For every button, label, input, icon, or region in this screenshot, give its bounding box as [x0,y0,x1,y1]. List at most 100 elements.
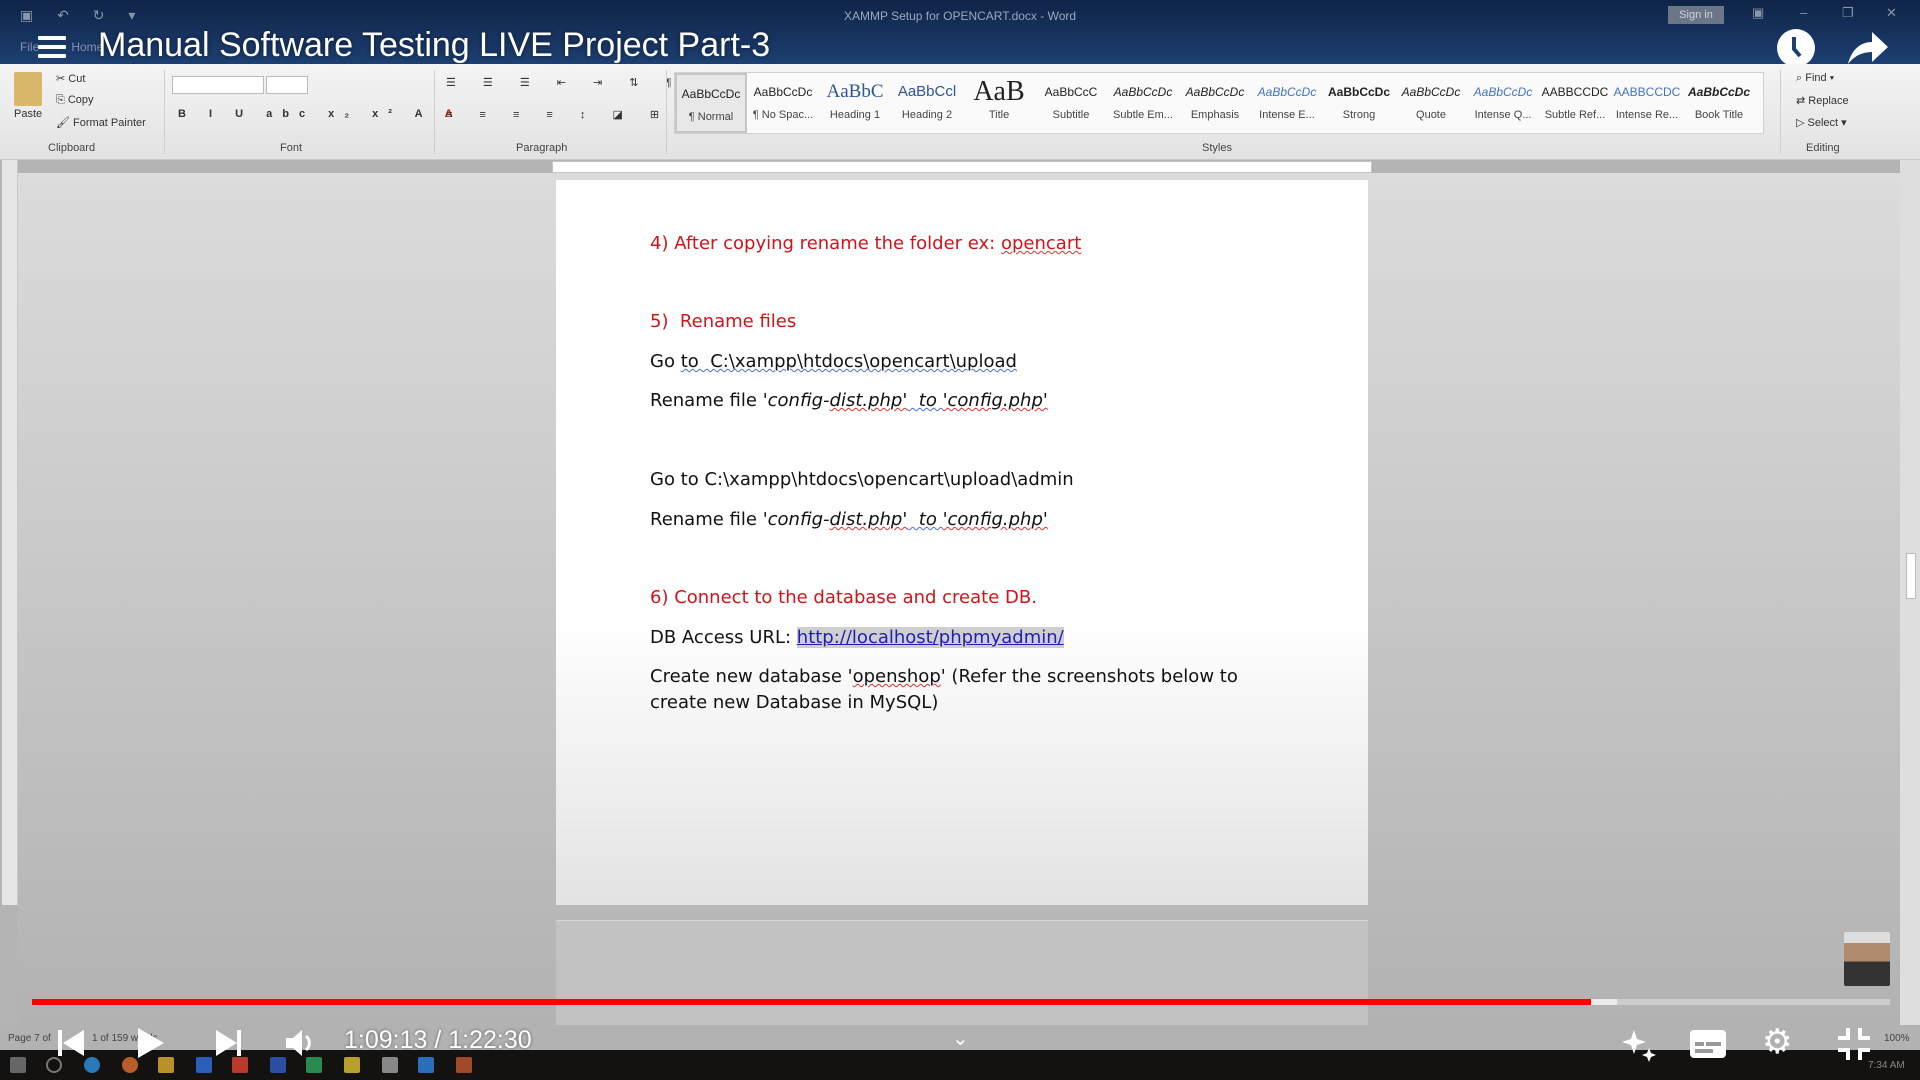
style-item[interactable]: AaBbCcDc Subtle Em... [1107,73,1179,133]
divider [434,70,435,154]
rename-text: Rename file [650,509,763,530]
style-item[interactable]: AaBbCcDc Intense Q... [1467,73,1539,133]
style-item[interactable]: AaBbC Heading 1 [819,73,891,133]
style-name: Intense E... [1259,109,1315,121]
cut-button[interactable]: ✂ Cut [56,72,85,85]
style-item[interactable]: AaB Title [963,73,1035,133]
style-preview: AaBbCcDc [1473,85,1533,99]
ribbon-options-icon[interactable]: ▣ [1752,5,1764,21]
page-count[interactable]: Page 7 of [8,1033,51,1044]
font-name-select[interactable] [172,76,264,94]
app-icon[interactable] [382,1057,398,1073]
style-item[interactable]: AABBCCDC Intense Re... [1611,73,1683,133]
style-item[interactable]: AaBbCcl Heading 2 [891,73,963,133]
style-item[interactable]: AaBbCcDc Strong [1323,73,1395,133]
style-name: Heading 2 [901,109,953,121]
chevron-down-icon[interactable]: ⌄ [952,1026,969,1051]
taskbar-clock: 7:34 AM [1868,1060,1905,1071]
vertical-ruler [2,160,18,905]
style-preview: AaBbCcl [897,83,957,100]
tab-file[interactable]: File [20,40,39,54]
close-button[interactable]: ✕ [1886,5,1897,21]
next-page [556,920,1368,1030]
play-icon[interactable] [136,1026,166,1060]
style-preview: AaBbCcDc [1113,85,1173,99]
copy-label: Copy [67,94,94,106]
sparkle-icon[interactable] [1622,1028,1656,1062]
scrollbar-thumb[interactable] [1906,553,1916,599]
previous-icon[interactable] [58,1028,86,1058]
style-item[interactable]: AaBbCcDc Intense E... [1251,73,1323,133]
excel-icon[interactable] [306,1057,322,1073]
start-icon[interactable] [10,1057,26,1073]
style-name: Subtle Ref... [1544,109,1606,121]
channel-avatar[interactable] [1844,932,1890,986]
app-icon[interactable] [418,1057,434,1073]
style-preview: AABBCCDC [1613,85,1681,99]
create-db-line-2: create new Database in MySQL) [650,692,939,713]
replace-button[interactable]: ⇄ Replace [1796,94,1849,107]
settings-gear-icon[interactable]: ⚙ [1762,1022,1792,1062]
font-size-select[interactable] [266,76,308,94]
word-icon[interactable] [270,1057,286,1073]
rename-line-2: Rename file 'config-dist.php' to 'config… [650,509,1048,530]
style-item[interactable]: AaBbCcDc ¶ No Spac... [747,73,819,133]
font-format-buttons[interactable]: B I U abc x₂ x² A A [178,108,463,120]
style-preview: AaBbCcC [1044,85,1098,99]
exit-fullscreen-icon[interactable] [1838,1028,1870,1060]
create-text-c: ' (Refer the screenshots below to [940,666,1238,687]
style-item[interactable]: AaBbCcDc Quote [1395,73,1467,133]
share-icon[interactable] [1846,30,1890,66]
rename-text: Rename file [650,390,763,411]
style-preview: AABBCCDC [1541,85,1609,99]
restore-button[interactable]: ❐ [1842,5,1854,21]
style-preview: AaBbCcDc [681,87,741,101]
paste-button[interactable]: Paste [14,108,42,120]
subtitles-icon[interactable] [1690,1030,1726,1058]
minimize-button[interactable]: – [1800,5,1807,20]
search-icon[interactable] [46,1057,62,1073]
copy-button[interactable]: ⎘ Copy [56,94,94,107]
video-title[interactable]: Manual Software Testing LIVE Project Par… [98,26,770,65]
styles-gallery: AaBbCcDc ¶ Normal AaBbCcDc ¶ No Spac... AaBb… [674,72,1764,134]
zoom-level[interactable]: 100% [1884,1033,1910,1044]
xampp-icon[interactable] [456,1057,472,1073]
step-4-heading: 4) After copying rename the folder ex: o… [650,233,1081,254]
alignment-buttons[interactable]: ≡ ≡ ≡ ≡ ↕ ◪ ⊞ [446,108,671,121]
db-url-link[interactable]: http://localhost/phpmyadmin/ [796,627,1064,648]
video-progress-bar[interactable] [32,999,1890,1005]
list-buttons[interactable]: ☰ ☰ ☰ ⇤ ⇥ ⇅ ¶ [446,76,683,89]
find-button[interactable]: ⌕ Find ▾ [1796,72,1834,85]
style-name: Intense Re... [1615,109,1679,121]
sign-in-button[interactable]: Sign in [1668,6,1724,24]
edge-icon[interactable] [84,1057,100,1073]
volume-icon[interactable] [284,1028,318,1058]
create-text-a: Create new database ' [650,666,853,687]
horizontal-ruler[interactable] [552,161,1372,173]
style-item[interactable]: AABBCCDC Subtle Ref... [1539,73,1611,133]
replace-label: Replace [1808,95,1849,107]
played-bar [32,999,1591,1005]
divider [1780,70,1781,154]
select-button[interactable]: ▷ Select ▾ [1796,116,1847,129]
powerpoint-icon[interactable] [232,1057,248,1073]
paste-icon[interactable] [14,72,42,106]
style-item[interactable]: AaBbCcDc Emphasis [1179,73,1251,133]
format-painter-button[interactable]: 🖌 Format Painter [56,116,146,129]
db-url-line: DB Access URL: http://localhost/phpmyadm… [650,627,1064,648]
rename-from-b: dist.php' [829,390,908,411]
step-6-heading: 6) Connect to the database and create DB… [650,587,1037,608]
menu-icon[interactable] [38,36,66,58]
outlook-icon[interactable] [196,1057,212,1073]
step-5-heading: 5) Rename files [650,311,797,332]
style-item[interactable]: AaBbCcDc Book Title [1683,73,1755,133]
sticky-notes-icon[interactable] [344,1057,360,1073]
document-page[interactable] [556,180,1368,905]
style-name: Title [988,109,1010,121]
style-item[interactable]: AaBbCcC Subtitle [1035,73,1107,133]
cut-label: Cut [68,73,86,85]
next-icon[interactable] [214,1028,242,1058]
style-item[interactable]: AaBbCcDc ¶ Normal [675,73,747,133]
watch-later-icon[interactable] [1776,28,1816,68]
select-label: Select [1807,117,1839,129]
